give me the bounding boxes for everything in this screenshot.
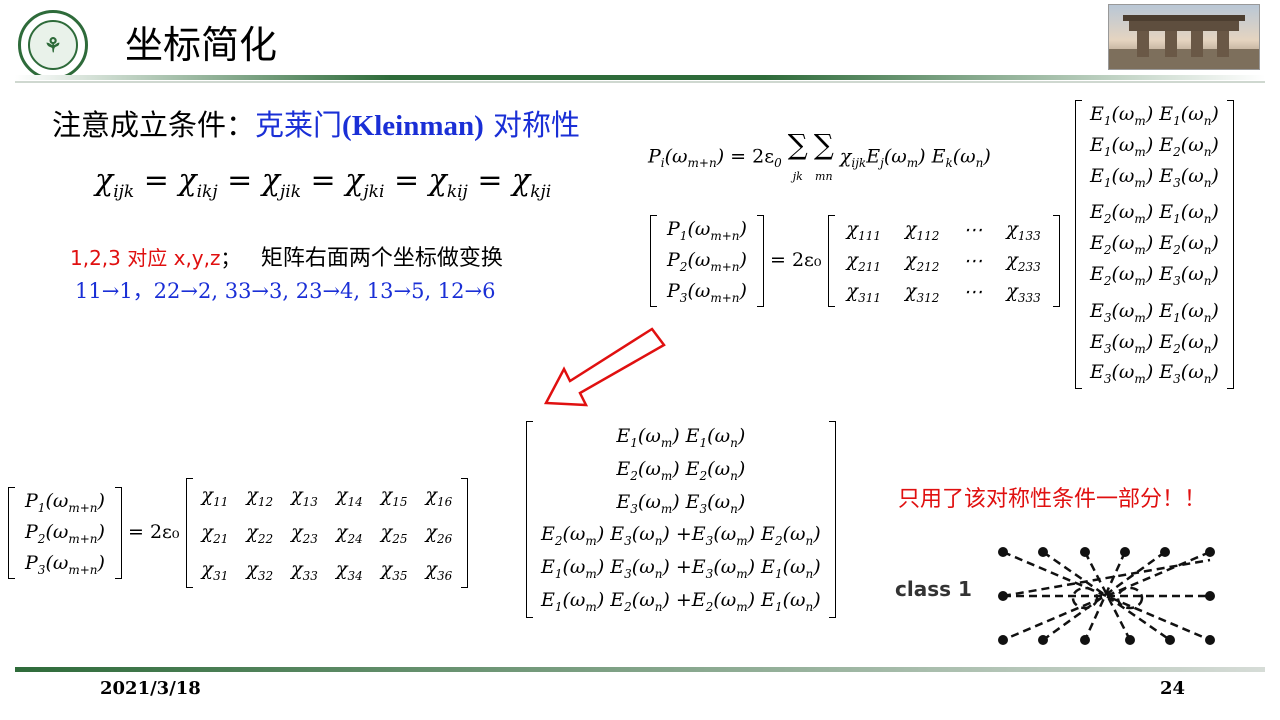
chi-sub: kij [446, 182, 468, 202]
chi-cell: χ15 [380, 484, 408, 509]
field-cell: E1(ωm) E3(ωn) [1090, 164, 1219, 190]
field-cell: E1(ωm) E1(ωn) [1090, 103, 1219, 128]
sum-index-2: mn [815, 169, 833, 183]
note-suffix: 对称性 [493, 108, 581, 142]
field-cell: E3(ωm) E3(ωn) [1090, 361, 1219, 387]
lhs-vector-bottom: P1(ωm+n) P2(ωm+n) P3(ωm+n) [8, 487, 122, 580]
chi-matrix-bottom: χ11 χ12 χ13 χ14 χ15 χ16 χ21 χ22 χ23 χ24 χ25 χ26 χ31 χ… [185, 478, 469, 589]
chi-sub: jki [363, 182, 385, 202]
sum-equation: Pi(ωm+n) = 2ε0 ∑ jk ∑ mn χijkEj(ωm) Ek(ωn) [648, 128, 991, 183]
mapping-line-2: 11→1，22→2, 33→3, 23→4, 13→5, 12→6 [75, 279, 496, 303]
mapping-line-1: 1,2,3 对应 x,y,z； 矩阵右面两个坐标做变换 [70, 240, 503, 272]
chi-cell: ⋯ [963, 280, 983, 303]
note-name: (Kleinman) [342, 110, 484, 142]
chi-cell: χ16 [425, 484, 453, 509]
chi-cell: χ333 [1006, 279, 1041, 305]
chi-cell: χ31 [201, 557, 229, 583]
field-vector-bottom: E1(ωm) E1(ωn) E2(ωm) E2(ωn) E3(ωm) E3(ωn) E… [526, 421, 836, 618]
note-highlight: 克莱门 [255, 108, 343, 142]
page-number: 24 [1160, 678, 1186, 699]
mapping-red: 1,2,3 对应 x,y,z [70, 246, 221, 270]
chi-cell: χ22 [246, 520, 274, 546]
sum-index-1: jk [792, 169, 803, 183]
university-seal-icon: ⚘ [18, 10, 88, 80]
chi-cell: χ21 [201, 520, 229, 546]
chi-cell: χ33 [291, 557, 318, 583]
campus-gate-photo [1108, 4, 1260, 70]
note-prefix: 注意成立条件： [52, 108, 256, 142]
eq-coef: = 2ε [730, 145, 775, 168]
chi-sub: kji [530, 182, 552, 202]
footer-divider [15, 667, 1265, 672]
chi-sub: jik [280, 182, 302, 202]
matrix-equation-top: P1(ωm+n) P2(ωm+n) P3(ωm+n) = 2ε₀ χ111 χ11… [650, 215, 1060, 308]
eq-lhs-sub: i [660, 156, 665, 171]
figure-label: class 1 [895, 577, 972, 601]
header-divider-light [15, 81, 1265, 83]
mapping-sep: ； [220, 246, 241, 270]
field-cell: E2(ωm) E3(ωn) +E3(ωm) E2(ωn) [541, 523, 821, 549]
chi-cell: χ311 [846, 279, 881, 305]
chi-sub: ijk [113, 182, 135, 202]
mapping-black: 矩阵右面两个坐标做变换 [260, 246, 503, 271]
chi-cell: χ133 [1006, 218, 1041, 243]
chi-cell: χ14 [335, 484, 363, 509]
field-cell: E1(ωm) E2(ωn) +E2(ωm) E1(ωn) [541, 588, 821, 614]
field-cell: E3(ωm) E3(ωn) [616, 490, 746, 516]
field-cell: E2(ωm) E3(ωn) [1090, 262, 1219, 288]
chi-cell: χ24 [335, 520, 363, 546]
chi-cell: χ211 [846, 248, 881, 274]
seal-emblem: ⚘ [28, 20, 78, 70]
field-cell: E2(ωm) E1(ωn) [1090, 201, 1219, 227]
lhs-vector: P1(ωm+n) P2(ωm+n) P3(ωm+n) [650, 215, 764, 308]
footer-date: 2021/3/18 [100, 678, 201, 699]
chi-cell: χ11 [201, 484, 229, 509]
chi-cell: χ25 [380, 520, 408, 546]
chi-cell: χ233 [1006, 248, 1041, 274]
field-vector-top: E1(ωm) E1(ωn) E1(ωm) E2(ωn) E1(ωm) E3(ωn) E… [1075, 100, 1234, 390]
chi-cell: χ23 [291, 520, 318, 546]
coef-bottom: = 2ε₀ [127, 521, 180, 544]
chi-cell: χ13 [291, 484, 318, 509]
matrix-equation-bottom: P1(ωm+n) P2(ωm+n) P3(ωm+n) = 2ε₀ χ11 χ12 χ… [8, 478, 469, 589]
chi-sub: ikj [196, 182, 218, 202]
eq-lhs: P [648, 145, 661, 168]
chi-cell: ⋯ [963, 219, 983, 242]
condition-note: 注意成立条件：克莱门(Kleinman) 对称性 [52, 102, 580, 144]
field-cell: E1(ωm) E2(ωn) [1090, 133, 1219, 159]
red-arrow-icon [543, 327, 666, 407]
chi-cell: χ35 [380, 557, 408, 583]
field-cell: E1(ωm) E1(ωn) [616, 425, 746, 450]
chi-cell: χ36 [425, 557, 453, 583]
coef-top: = 2ε₀ [769, 249, 822, 272]
chi-cell: χ212 [904, 248, 940, 274]
field-cell: E2(ωm) E2(ωn) [616, 457, 746, 483]
chi-cell: χ26 [425, 520, 453, 546]
chi-cell: χ112 [904, 218, 940, 243]
chi-matrix-top: χ111 χ112 ⋯ χ133 χ211 χ212 ⋯ χ233 χ311 χ312 ⋯ χ333 [827, 215, 1060, 308]
chi-cell: χ32 [246, 557, 274, 583]
chi-cell: χ111 [846, 218, 881, 243]
field-cell: E3(ωm) E1(ωn) [1090, 299, 1219, 325]
warning-text: 只用了该对称性条件一部分！！ [898, 487, 1207, 512]
field-cell: E3(ωm) E2(ωn) [1090, 330, 1219, 356]
chi-cell: ⋯ [963, 250, 983, 273]
header-divider [15, 75, 1265, 80]
page-title: 坐标简化 [125, 23, 278, 67]
chi-cell: χ12 [246, 484, 274, 509]
field-cell: E2(ωm) E2(ωn) [1090, 232, 1219, 257]
chi-cell: χ34 [335, 557, 363, 583]
class1-diagram [998, 547, 1215, 645]
symmetry-equation: χijk = χikj = χjik = χjki = χkij = χkji [95, 163, 552, 202]
field-cell: E1(ωm) E3(ωn) +E3(ωm) E1(ωn) [541, 556, 821, 581]
chi-cell: χ312 [904, 279, 940, 305]
